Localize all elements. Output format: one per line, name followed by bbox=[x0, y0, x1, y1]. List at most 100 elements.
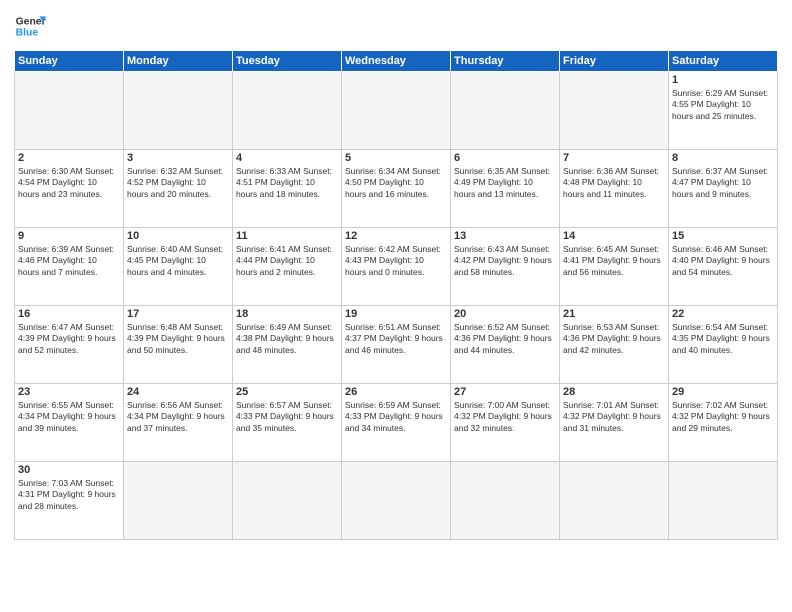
day-number: 15 bbox=[672, 230, 774, 242]
day-info: Sunrise: 6:59 AM Sunset: 4:33 PM Dayligh… bbox=[345, 400, 447, 434]
calendar-cell: 9Sunrise: 6:39 AM Sunset: 4:46 PM Daylig… bbox=[15, 228, 124, 306]
generalblue-logo-icon: General Blue bbox=[14, 10, 46, 42]
svg-text:Blue: Blue bbox=[16, 28, 39, 39]
calendar-header: SundayMondayTuesdayWednesdayThursdayFrid… bbox=[15, 51, 778, 72]
calendar-cell: 13Sunrise: 6:43 AM Sunset: 4:42 PM Dayli… bbox=[451, 228, 560, 306]
day-info: Sunrise: 6:37 AM Sunset: 4:47 PM Dayligh… bbox=[672, 166, 774, 200]
day-info: Sunrise: 7:02 AM Sunset: 4:32 PM Dayligh… bbox=[672, 400, 774, 434]
calendar-cell bbox=[669, 462, 778, 540]
calendar-cell: 28 Sunrise: 7:01 AM Sunset: 4:32 PM Dayli… bbox=[560, 384, 669, 462]
day-number: 29 bbox=[672, 386, 774, 398]
calendar-cell bbox=[560, 462, 669, 540]
calendar-week-2: 2 Sunrise: 6:30 AM Sunset: 4:54 PM Daylig… bbox=[15, 150, 778, 228]
day-number: 10 bbox=[127, 230, 229, 242]
day-info: Sunrise: 7:01 AM Sunset: 4:32 PM Dayligh… bbox=[563, 400, 665, 434]
calendar-body: 1 Sunrise: 6:29 AM Sunset: 4:55 PM Daylig… bbox=[15, 72, 778, 540]
calendar-week-4: 16 Sunrise: 6:47 AM Sunset: 4:39 PM Dayli… bbox=[15, 306, 778, 384]
day-info: Sunrise: 6:55 AM Sunset: 4:34 PM Dayligh… bbox=[18, 400, 120, 434]
calendar-cell: 30 Sunrise: 7:03 AM Sunset: 4:31 PM Dayli… bbox=[15, 462, 124, 540]
calendar-cell: 4 Sunrise: 6:33 AM Sunset: 4:51 PM Daylig… bbox=[233, 150, 342, 228]
calendar-cell bbox=[15, 72, 124, 150]
day-number: 5 bbox=[345, 152, 447, 164]
calendar-cell: 17Sunrise: 6:48 AM Sunset: 4:39 PM Dayli… bbox=[124, 306, 233, 384]
calendar-cell: 23 Sunrise: 6:55 AM Sunset: 4:34 PM Dayli… bbox=[15, 384, 124, 462]
calendar-cell: 5 Sunrise: 6:34 AM Sunset: 4:50 PM Daylig… bbox=[342, 150, 451, 228]
day-number: 20 bbox=[454, 308, 556, 320]
calendar-cell: 29 Sunrise: 7:02 AM Sunset: 4:32 PM Dayli… bbox=[669, 384, 778, 462]
day-number: 21 bbox=[563, 308, 665, 320]
day-number: 24 bbox=[127, 386, 229, 398]
day-number: 22 bbox=[672, 308, 774, 320]
calendar-week-1: 1 Sunrise: 6:29 AM Sunset: 4:55 PM Daylig… bbox=[15, 72, 778, 150]
calendar-cell: 14Sunrise: 6:45 AM Sunset: 4:41 PM Dayli… bbox=[560, 228, 669, 306]
day-number: 27 bbox=[454, 386, 556, 398]
day-info: Sunrise: 6:30 AM Sunset: 4:54 PM Dayligh… bbox=[18, 166, 120, 200]
day-info: Sunrise: 6:53 AM Sunset: 4:36 PM Dayligh… bbox=[563, 322, 665, 356]
day-info: Sunrise: 6:34 AM Sunset: 4:50 PM Dayligh… bbox=[345, 166, 447, 200]
calendar-cell: 24 Sunrise: 6:56 AM Sunset: 4:34 PM Dayli… bbox=[124, 384, 233, 462]
day-number: 18 bbox=[236, 308, 338, 320]
calendar-cell: 15Sunrise: 6:46 AM Sunset: 4:40 PM Dayli… bbox=[669, 228, 778, 306]
day-info: Sunrise: 6:56 AM Sunset: 4:34 PM Dayligh… bbox=[127, 400, 229, 434]
day-info: Sunrise: 6:40 AM Sunset: 4:45 PM Dayligh… bbox=[127, 244, 229, 278]
day-header-thursday: Thursday bbox=[451, 51, 560, 72]
day-number: 19 bbox=[345, 308, 447, 320]
calendar-cell bbox=[560, 72, 669, 150]
day-number: 7 bbox=[563, 152, 665, 164]
logo: General Blue bbox=[14, 10, 46, 42]
day-info: Sunrise: 6:29 AM Sunset: 4:55 PM Dayligh… bbox=[672, 88, 774, 122]
calendar-cell bbox=[342, 72, 451, 150]
calendar-week-6: 30 Sunrise: 7:03 AM Sunset: 4:31 PM Dayli… bbox=[15, 462, 778, 540]
calendar-cell: 10 Sunrise: 6:40 AM Sunset: 4:45 PM Dayli… bbox=[124, 228, 233, 306]
calendar-week-3: 9Sunrise: 6:39 AM Sunset: 4:46 PM Daylig… bbox=[15, 228, 778, 306]
day-number: 17 bbox=[127, 308, 229, 320]
day-info: Sunrise: 6:47 AM Sunset: 4:39 PM Dayligh… bbox=[18, 322, 120, 356]
day-header-tuesday: Tuesday bbox=[233, 51, 342, 72]
day-number: 23 bbox=[18, 386, 120, 398]
day-info: Sunrise: 6:42 AM Sunset: 4:43 PM Dayligh… bbox=[345, 244, 447, 278]
day-number: 13 bbox=[454, 230, 556, 242]
day-info: Sunrise: 6:57 AM Sunset: 4:33 PM Dayligh… bbox=[236, 400, 338, 434]
days-of-week-row: SundayMondayTuesdayWednesdayThursdayFrid… bbox=[15, 51, 778, 72]
day-number: 2 bbox=[18, 152, 120, 164]
calendar-cell: 7 Sunrise: 6:36 AM Sunset: 4:48 PM Daylig… bbox=[560, 150, 669, 228]
day-info: Sunrise: 6:39 AM Sunset: 4:46 PM Dayligh… bbox=[18, 244, 120, 278]
day-number: 4 bbox=[236, 152, 338, 164]
day-number: 30 bbox=[18, 464, 120, 476]
calendar-table: SundayMondayTuesdayWednesdayThursdayFrid… bbox=[14, 50, 778, 540]
day-info: Sunrise: 7:03 AM Sunset: 4:31 PM Dayligh… bbox=[18, 478, 120, 512]
day-number: 8 bbox=[672, 152, 774, 164]
day-info: Sunrise: 6:36 AM Sunset: 4:48 PM Dayligh… bbox=[563, 166, 665, 200]
calendar-cell: 22Sunrise: 6:54 AM Sunset: 4:35 PM Dayli… bbox=[669, 306, 778, 384]
page: General Blue SundayMondayTuesdayWednesda… bbox=[0, 0, 792, 612]
calendar-cell: 26 Sunrise: 6:59 AM Sunset: 4:33 PM Dayli… bbox=[342, 384, 451, 462]
day-header-wednesday: Wednesday bbox=[342, 51, 451, 72]
day-header-sunday: Sunday bbox=[15, 51, 124, 72]
day-info: Sunrise: 6:49 AM Sunset: 4:38 PM Dayligh… bbox=[236, 322, 338, 356]
day-info: Sunrise: 6:45 AM Sunset: 4:41 PM Dayligh… bbox=[563, 244, 665, 278]
calendar-cell bbox=[451, 462, 560, 540]
calendar-cell: 8 Sunrise: 6:37 AM Sunset: 4:47 PM Daylig… bbox=[669, 150, 778, 228]
calendar-cell bbox=[124, 462, 233, 540]
calendar-cell: 25 Sunrise: 6:57 AM Sunset: 4:33 PM Dayli… bbox=[233, 384, 342, 462]
calendar-cell: 27 Sunrise: 7:00 AM Sunset: 4:32 PM Dayli… bbox=[451, 384, 560, 462]
calendar-cell: 18 Sunrise: 6:49 AM Sunset: 4:38 PM Dayli… bbox=[233, 306, 342, 384]
day-info: Sunrise: 6:35 AM Sunset: 4:49 PM Dayligh… bbox=[454, 166, 556, 200]
day-number: 26 bbox=[345, 386, 447, 398]
calendar-cell bbox=[451, 72, 560, 150]
header: General Blue bbox=[14, 10, 778, 42]
day-info: Sunrise: 6:33 AM Sunset: 4:51 PM Dayligh… bbox=[236, 166, 338, 200]
day-info: Sunrise: 6:41 AM Sunset: 4:44 PM Dayligh… bbox=[236, 244, 338, 278]
day-info: Sunrise: 7:00 AM Sunset: 4:32 PM Dayligh… bbox=[454, 400, 556, 434]
calendar-cell: 16 Sunrise: 6:47 AM Sunset: 4:39 PM Dayli… bbox=[15, 306, 124, 384]
day-header-monday: Monday bbox=[124, 51, 233, 72]
day-number: 16 bbox=[18, 308, 120, 320]
calendar-cell: 21 Sunrise: 6:53 AM Sunset: 4:36 PM Dayli… bbox=[560, 306, 669, 384]
day-number: 11 bbox=[236, 230, 338, 242]
day-number: 1 bbox=[672, 74, 774, 86]
day-number: 28 bbox=[563, 386, 665, 398]
day-header-saturday: Saturday bbox=[669, 51, 778, 72]
calendar-cell: 1 Sunrise: 6:29 AM Sunset: 4:55 PM Daylig… bbox=[669, 72, 778, 150]
day-info: Sunrise: 6:52 AM Sunset: 4:36 PM Dayligh… bbox=[454, 322, 556, 356]
day-number: 25 bbox=[236, 386, 338, 398]
